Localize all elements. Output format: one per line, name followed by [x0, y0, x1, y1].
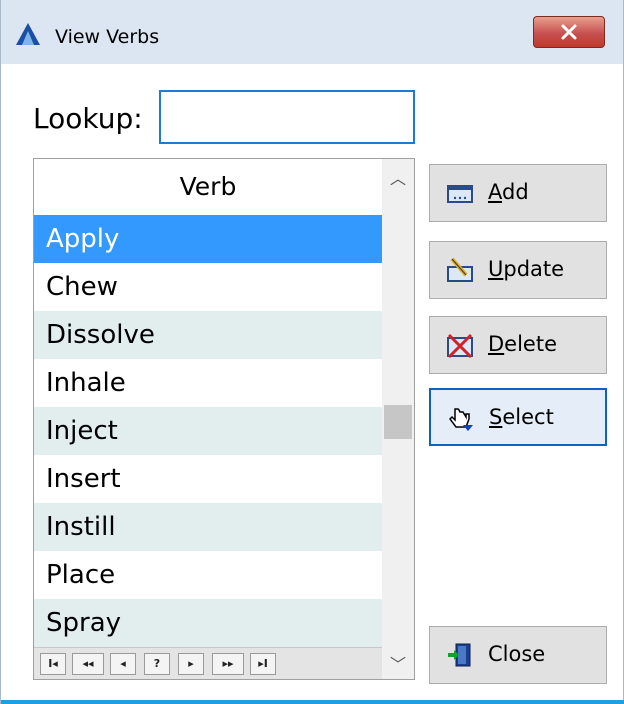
scrollbar-thumb[interactable]: [384, 405, 412, 439]
hand-pointer-icon: [449, 408, 473, 431]
scroll-down-arrow-icon[interactable]: ﹀: [390, 651, 406, 675]
verb-grid[interactable]: Verb Apply Chew Dissolve Inhale Inject I…: [33, 158, 415, 680]
close-icon: [561, 24, 577, 40]
nav-first-button[interactable]: I◂: [40, 653, 66, 675]
title-bar[interactable]: View Verbs: [1, 0, 623, 64]
window-title: View Verbs: [55, 26, 160, 48]
close-button[interactable]: Close: [429, 626, 607, 684]
select-button-label: Select: [489, 405, 554, 429]
table-row[interactable]: Spray: [34, 599, 382, 647]
table-row[interactable]: Instill: [34, 503, 382, 551]
window-bottom-border: [1, 700, 624, 704]
add-button-label: Add: [488, 180, 529, 204]
view-verbs-window: View Verbs Lookup: Verb Apply Chew Disso…: [0, 0, 624, 704]
add-button[interactable]: Add: [429, 164, 607, 222]
update-button[interactable]: Update: [429, 241, 607, 299]
lookup-label: Lookup:: [33, 102, 143, 135]
vertical-scrollbar[interactable]: ︿ ﹀: [382, 159, 414, 679]
add-form-icon: [447, 185, 473, 203]
select-button[interactable]: Select: [429, 388, 607, 446]
update-button-label: Update: [488, 257, 565, 281]
scroll-up-arrow-icon[interactable]: ︿: [390, 165, 406, 189]
delete-button[interactable]: Delete: [429, 316, 607, 374]
nav-last-button[interactable]: ▸I: [250, 653, 276, 675]
verb-list: Apply Chew Dissolve Inhale Inject Insert…: [34, 215, 382, 647]
table-row[interactable]: Apply: [34, 215, 382, 263]
app-logo-icon: [16, 23, 40, 45]
edit-pencil-icon: [447, 257, 473, 282]
nav-prev-page-button[interactable]: ◂◂: [72, 653, 104, 675]
table-row[interactable]: Inject: [34, 407, 382, 455]
table-row[interactable]: Chew: [34, 263, 382, 311]
nav-next-button[interactable]: ▸: [178, 653, 204, 675]
column-header-verb[interactable]: Verb: [34, 159, 382, 215]
record-navigator: I◂ ◂◂ ◂ ? ▸ ▸▸ ▸I: [34, 647, 382, 679]
table-row[interactable]: Place: [34, 551, 382, 599]
delete-button-label: Delete: [488, 332, 557, 356]
nav-next-page-button[interactable]: ▸▸: [212, 653, 244, 675]
nav-prev-button[interactable]: ◂: [110, 653, 136, 675]
window-close-button[interactable]: [533, 16, 605, 48]
table-row[interactable]: Insert: [34, 455, 382, 503]
close-button-label: Close: [488, 642, 546, 666]
table-row[interactable]: Inhale: [34, 359, 382, 407]
delete-x-icon: [447, 333, 473, 358]
table-row[interactable]: Dissolve: [34, 311, 382, 359]
exit-door-icon: [448, 643, 471, 667]
nav-find-button[interactable]: ?: [144, 653, 170, 675]
lookup-input[interactable]: [159, 90, 415, 144]
